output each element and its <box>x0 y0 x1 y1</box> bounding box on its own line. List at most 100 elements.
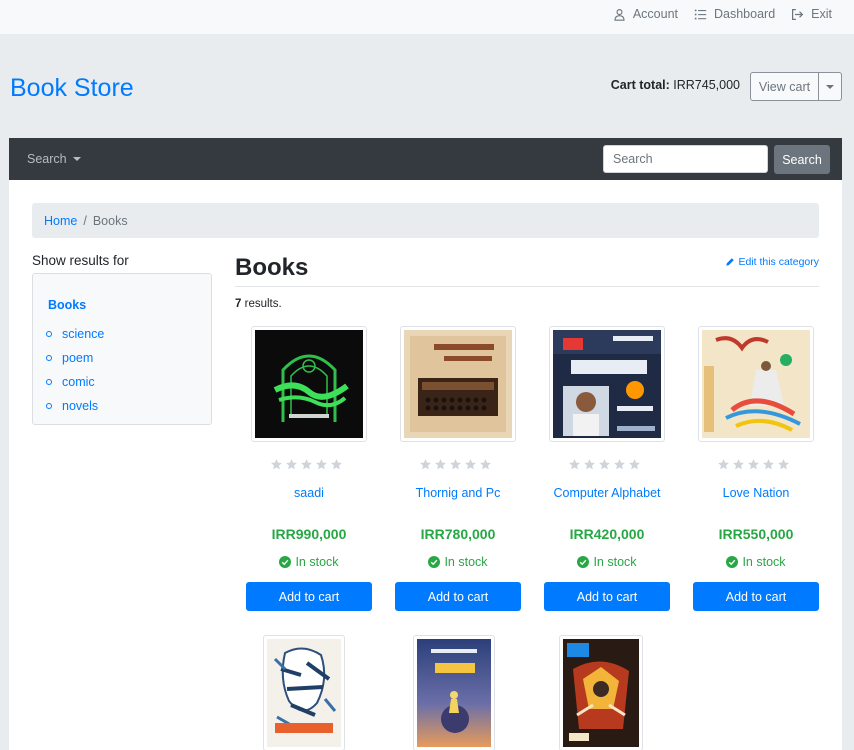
top-bar: Account Dashboard Exit <box>0 0 854 34</box>
list-icon <box>694 9 707 19</box>
star-icon <box>614 459 625 470</box>
book-cover-image <box>563 639 639 747</box>
add-to-cart-button[interactable]: Add to cart <box>246 582 372 611</box>
page-title: Books <box>235 254 309 281</box>
product-image[interactable] <box>549 326 665 442</box>
user-icon <box>614 8 625 21</box>
star-icon <box>316 459 327 470</box>
cart-total-value: IRR745,000 <box>673 78 740 92</box>
star-icon <box>480 459 491 470</box>
star-icon <box>584 459 595 470</box>
product-name-link[interactable]: Love Nation <box>693 486 819 500</box>
check-circle-icon <box>428 556 441 568</box>
star-icon <box>271 459 282 470</box>
sidebar-item-poem[interactable]: poem <box>62 351 93 365</box>
stock-label: In stock <box>295 555 339 569</box>
add-to-cart-button[interactable]: Add to cart <box>544 582 670 611</box>
dashboard-link[interactable]: Dashboard <box>694 7 775 21</box>
stock-label: In stock <box>593 555 637 569</box>
product-rating <box>270 458 343 471</box>
view-cart-button[interactable]: View cart <box>750 72 819 101</box>
product-rating <box>419 458 492 471</box>
book-cover-image <box>404 330 512 438</box>
search-dropdown[interactable]: Search <box>27 152 81 166</box>
star-icon <box>569 459 580 470</box>
book-cover-image <box>702 330 810 438</box>
product-name-link[interactable]: Computer Alphabet <box>544 486 670 500</box>
stock-status: In stock <box>544 555 670 569</box>
search-input[interactable] <box>603 145 768 173</box>
bullet-icon <box>46 331 52 337</box>
stock-label: In stock <box>742 555 786 569</box>
product-name-link[interactable]: saadi <box>246 486 372 500</box>
star-icon <box>778 459 789 470</box>
exit-label: Exit <box>811 7 832 21</box>
list-item: comic <box>46 370 104 394</box>
check-circle-icon <box>577 556 590 568</box>
star-icon <box>763 459 774 470</box>
sidebar-title: Show results for <box>32 253 129 268</box>
main-navbar: Search Search <box>9 138 842 180</box>
star-icon <box>465 459 476 470</box>
top-nav: Account Dashboard Exit <box>613 7 832 21</box>
bullet-icon <box>46 403 52 409</box>
book-cover-image <box>255 330 363 438</box>
breadcrumb-separator: / <box>83 213 87 228</box>
chevron-down-icon <box>826 84 834 89</box>
sidebar-item-comic[interactable]: comic <box>62 375 95 389</box>
list-item: science <box>46 322 104 346</box>
pencil-icon <box>726 258 735 266</box>
bullet-icon <box>46 355 52 361</box>
breadcrumb-current: Books <box>92 213 128 228</box>
cart-total: Cart total: IRR745,000 <box>611 78 740 92</box>
cart-dropdown-toggle[interactable] <box>819 72 842 101</box>
results-number: 7 <box>235 298 242 310</box>
store-brand[interactable]: Book Store <box>10 74 134 103</box>
bullet-icon <box>46 379 52 385</box>
book-cover-image <box>417 639 491 747</box>
exit-link[interactable]: Exit <box>791 7 832 21</box>
sidebar-item-novels[interactable]: novels <box>62 399 98 413</box>
sidebar-item-books[interactable]: Books <box>48 298 86 312</box>
product-image[interactable] <box>263 635 345 750</box>
stock-label: In stock <box>444 555 488 569</box>
star-icon <box>286 459 297 470</box>
product-image[interactable] <box>698 326 814 442</box>
star-icon <box>450 459 461 470</box>
product-image[interactable] <box>400 326 516 442</box>
sidebar-item-science[interactable]: science <box>62 327 104 341</box>
stock-status: In stock <box>693 555 819 569</box>
list-item: novels <box>46 394 104 418</box>
add-to-cart-button[interactable]: Add to cart <box>395 582 521 611</box>
check-circle-icon <box>279 556 292 568</box>
dashboard-label: Dashboard <box>714 7 776 21</box>
divider <box>235 286 819 287</box>
edit-category-link[interactable]: Edit this category <box>725 256 819 268</box>
star-icon <box>301 459 312 470</box>
breadcrumb-home[interactable]: Home <box>44 214 77 228</box>
search-button[interactable]: Search <box>774 145 830 174</box>
product-price: IRR550,000 <box>718 526 794 542</box>
subcategory-list: science poem comic novels <box>46 322 104 418</box>
results-count: 7 results. <box>235 298 282 310</box>
chevron-down-icon <box>72 157 81 161</box>
star-icon <box>599 459 610 470</box>
product-image[interactable] <box>413 635 495 750</box>
book-cover-image <box>267 639 341 747</box>
account-link[interactable]: Account <box>613 7 678 21</box>
results-label: results. <box>244 298 282 310</box>
product-image[interactable] <box>251 326 367 442</box>
product-price: IRR990,000 <box>271 526 347 542</box>
add-to-cart-button[interactable]: Add to cart <box>693 582 819 611</box>
sign-out-icon <box>792 8 804 20</box>
star-icon <box>435 459 446 470</box>
product-name-link[interactable]: Thornig and Pc <box>395 486 521 500</box>
star-icon <box>748 459 759 470</box>
star-icon <box>718 459 729 470</box>
search-dropdown-label: Search <box>27 152 67 166</box>
star-icon <box>331 459 342 470</box>
stock-status: In stock <box>395 555 521 569</box>
cart-button-group: View cart <box>750 72 842 101</box>
category-sidebar: Books science poem comic novels <box>32 273 212 425</box>
product-image[interactable] <box>559 635 643 750</box>
